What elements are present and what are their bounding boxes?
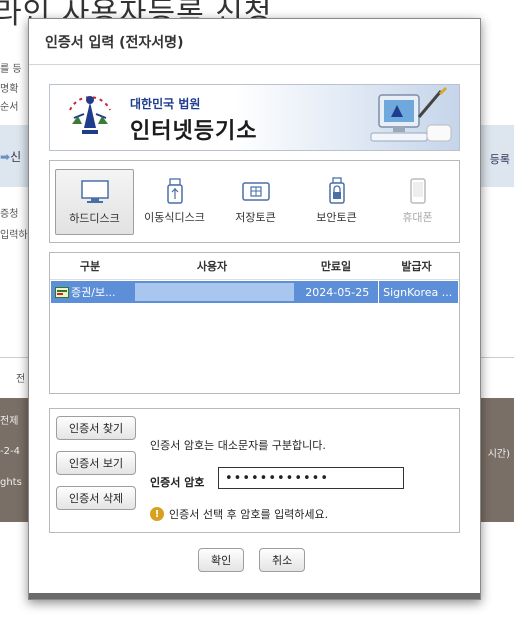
cell-issuer: SignKorea ... <box>383 285 453 299</box>
certificate-table: 구분 사용자 만료일 발급자 증권/보... 2024-05-25 SignKo… <box>49 252 460 394</box>
background-band-left: ➡신 <box>0 150 22 164</box>
court-emblem-icon <box>69 96 111 134</box>
cell-expiry: 2024-05-25 <box>305 285 370 299</box>
arrow-icon: ➡ <box>0 150 11 164</box>
background-footer-text: 시간) <box>487 449 510 460</box>
password-label: 인증서 암호 <box>150 476 205 489</box>
token-icon <box>241 182 270 201</box>
column-header-type[interactable]: 구분 <box>50 258 130 274</box>
case-sensitivity-note: 인증서 암호는 대소문자를 구분합니다. <box>150 439 326 452</box>
column-header-expiry[interactable]: 만료일 <box>294 258 378 274</box>
media-storage-token[interactable]: 저장토큰 <box>217 169 294 233</box>
court-banner: 대한민국 법원 인터넷등기소 <box>49 84 460 151</box>
dialog-bottom-bar <box>29 593 480 599</box>
background-text: 명확 <box>0 84 19 95</box>
monitor-icon <box>80 180 109 203</box>
find-certificate-button[interactable]: 인증서 찾기 <box>56 416 137 440</box>
dialog-title: 인증서 입력 (전자서명) <box>29 19 480 65</box>
column-header-user[interactable]: 사용자 <box>130 258 294 274</box>
background-text: 입력하 <box>0 230 28 241</box>
delete-certificate-button[interactable]: 인증서 삭제 <box>56 486 137 510</box>
warning-message: ! 인증서 선택 후 암호를 입력하세요. <box>150 506 328 522</box>
column-header-issuer[interactable]: 발급자 <box>378 258 455 274</box>
media-phone: 휴대폰 <box>379 169 456 233</box>
phone-icon <box>409 178 426 204</box>
background-footer-text: ghts <box>0 477 22 488</box>
view-certificate-button[interactable]: 인증서 보기 <box>56 451 137 475</box>
table-header: 구분 사용자 만료일 발급자 <box>50 253 459 280</box>
password-input[interactable]: •••••••••••• <box>218 467 404 489</box>
background-footer-text: 전제 <box>0 416 19 427</box>
certificate-dialog: 인증서 입력 (전자서명) 대한민국 법원 인터넷등기소 하드디스크 이동식디스… <box>28 18 481 600</box>
certificate-icon <box>55 286 69 298</box>
background-text: 순서 <box>0 102 19 113</box>
password-area: 인증서 찾기 인증서 보기 인증서 삭제 인증서 암호는 대소문자를 구분합니다… <box>49 408 460 533</box>
storage-media-selector: 하드디스크 이동식디스크 저장토큰 보안토큰 휴대폰 <box>49 160 460 243</box>
warning-icon: ! <box>150 507 164 521</box>
banner-org: 대한민국 법원 <box>130 97 201 111</box>
usb-icon <box>166 178 183 204</box>
background-text: 증청 <box>0 209 19 220</box>
computer-illustration-icon <box>370 87 452 142</box>
cancel-button[interactable]: 취소 <box>259 548 306 572</box>
background-text: 를 등 <box>0 64 22 75</box>
banner-service: 인터넷등기소 <box>130 119 258 144</box>
background-text: 전 <box>16 374 26 385</box>
cell-user <box>134 283 295 301</box>
media-removable-disk[interactable]: 이동식디스크 <box>136 169 213 233</box>
media-security-token[interactable]: 보안토큰 <box>298 169 375 233</box>
background-band-right: 등록 <box>489 153 510 166</box>
ok-button[interactable]: 확인 <box>198 548 245 572</box>
media-harddisk[interactable]: 하드디스크 <box>55 169 134 235</box>
security-token-icon <box>328 177 345 204</box>
background-footer-text: -2-4 <box>0 446 20 457</box>
cell-type: 증권/보... <box>51 284 133 300</box>
table-row[interactable]: 증권/보... 2024-05-25 SignKorea ... <box>51 281 458 303</box>
